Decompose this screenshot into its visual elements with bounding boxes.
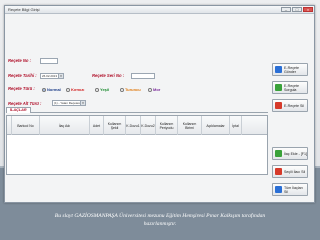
recete-seri-no-label: Reçete Seri No :	[92, 73, 125, 78]
column-header-adet[interactable]: Adet	[90, 116, 104, 135]
radio-dot-icon[interactable]	[148, 87, 152, 92]
e-recete-sorgula-button[interactable]: E-Reçete Sorgula	[272, 81, 308, 94]
column-header-barkod-no[interactable]: Barkod No	[12, 116, 40, 135]
chevron-down-icon[interactable]: ▾	[80, 101, 85, 105]
recete-tarihi-value: 26.02.2013	[42, 74, 58, 78]
window-titlebar: Reçete Bilgi Girişi – □ ×	[5, 6, 314, 14]
slide-caption: Bu slayt GAZİOSMANPAŞA Üniversitesi mezu…	[20, 212, 300, 228]
radio-dot-icon[interactable]	[66, 87, 70, 92]
e-recete-sorgula-label: E-Reçete Sorgula	[284, 83, 299, 92]
e-recete-gonder-button[interactable]: E-Reçete Gönder	[272, 63, 308, 76]
remove-icon	[275, 168, 282, 175]
column-header-ilac-adi[interactable]: İlaç Adı	[40, 116, 90, 135]
radio-turuncu[interactable]: Turuncu	[120, 87, 141, 92]
radio-dot-icon[interactable]	[120, 87, 124, 92]
clear-all-icon	[275, 186, 282, 193]
recete-seri-no-input[interactable]	[131, 73, 155, 79]
ilac-ekle-label: İlaç Ekle - [F1]	[284, 151, 307, 156]
minimize-button[interactable]: –	[281, 7, 291, 12]
radio-label: Mor	[153, 87, 161, 92]
radio-label: Normal	[47, 87, 61, 92]
e-recete-gonder-label: E-Reçete Gönder	[284, 65, 299, 74]
close-button[interactable]: ×	[303, 7, 313, 12]
add-icon	[275, 150, 282, 157]
radio-label: Turuncu	[125, 87, 141, 92]
column-header-kullanim-sekli[interactable]: Kullanım Şekli	[104, 116, 126, 135]
e-recete-sil-label: E-Reçete Sil	[284, 103, 304, 108]
tab-ilaclar[interactable]: İLAÇLAR	[6, 107, 31, 113]
secili-ilaci-sil-label: Seçili İlacı Sil	[284, 169, 306, 174]
tab-strip: İLAÇLAR	[6, 107, 268, 113]
column-header-kullanim-periyodu[interactable]: Kullanım Periyodu	[156, 116, 178, 135]
radio-dot-icon[interactable]	[42, 87, 46, 92]
tum-ilaclari-sil-button[interactable]: Tüm İlaçları Sil	[272, 183, 308, 196]
radio-label: Kırmızı	[71, 87, 85, 92]
window-title: Reçete Bilgi Girişi	[8, 7, 40, 12]
column-header-k-dozu2[interactable]: K.Dozu2	[141, 116, 156, 135]
secili-ilaci-sil-button[interactable]: Seçili İlacı Sil	[272, 165, 308, 178]
e-recete-sil-button[interactable]: E-Reçete Sil	[272, 99, 308, 112]
column-header-kullanim-birimi[interactable]: Kullanım Birimi	[178, 116, 202, 135]
column-header-aciklamalar[interactable]: Açıklamalar	[202, 116, 230, 135]
radio-mor[interactable]: Mor	[148, 87, 160, 92]
radio-kirmizi[interactable]: Kırmızı	[66, 87, 84, 92]
radio-yesil[interactable]: Yeşil	[95, 87, 109, 92]
radio-normal[interactable]: Normal	[42, 87, 61, 92]
recete-tarihi-input[interactable]: 26.02.2013 ▾	[40, 73, 64, 79]
ilac-ekle-button[interactable]: İlaç Ekle - [F1]	[272, 147, 308, 160]
recete-no-input[interactable]	[40, 58, 58, 64]
column-header-iptal[interactable]: İptal	[230, 116, 242, 135]
caption-line-1: Bu slayt GAZİOSMANPAŞA Üniversitesi mezu…	[54, 213, 266, 219]
recete-tarihi-label: Reçete Tarihi :	[8, 73, 37, 78]
calendar-dropdown-icon[interactable]: ▾	[58, 74, 63, 78]
ilaclar-grid: Barkod No İlaç Adı Adet Kullanım Şekli K.Doz…	[6, 115, 268, 175]
window-controls: – □ ×	[281, 7, 313, 12]
query-icon	[275, 84, 282, 91]
send-icon	[275, 66, 282, 73]
recete-alt-turu-label: Reçete Alt Türü :	[8, 101, 42, 106]
delete-icon	[275, 102, 282, 109]
tum-ilaclari-sil-label: Tüm İlaçları Sil	[284, 185, 303, 194]
radio-dot-icon[interactable]	[95, 87, 99, 92]
column-header-k-dozu1[interactable]: K.Dozu1	[126, 116, 141, 135]
radio-label: Yeşil	[100, 87, 110, 92]
caption-line-2: hazırlanmıştır.	[143, 221, 177, 227]
recete-alt-turu-select[interactable]: (1) - Yatan Reçetesi ▾	[52, 100, 86, 106]
recete-no-label: Reçete No :	[8, 58, 32, 63]
maximize-button[interactable]: □	[292, 7, 302, 12]
recete-turu-label: Reçete Türü :	[8, 86, 35, 91]
recete-alt-turu-value: (1) - Yatan Reçetesi	[54, 101, 81, 105]
grid-header: Barkod No İlaç Adı Adet Kullanım Şekli K.Doz…	[7, 116, 267, 135]
